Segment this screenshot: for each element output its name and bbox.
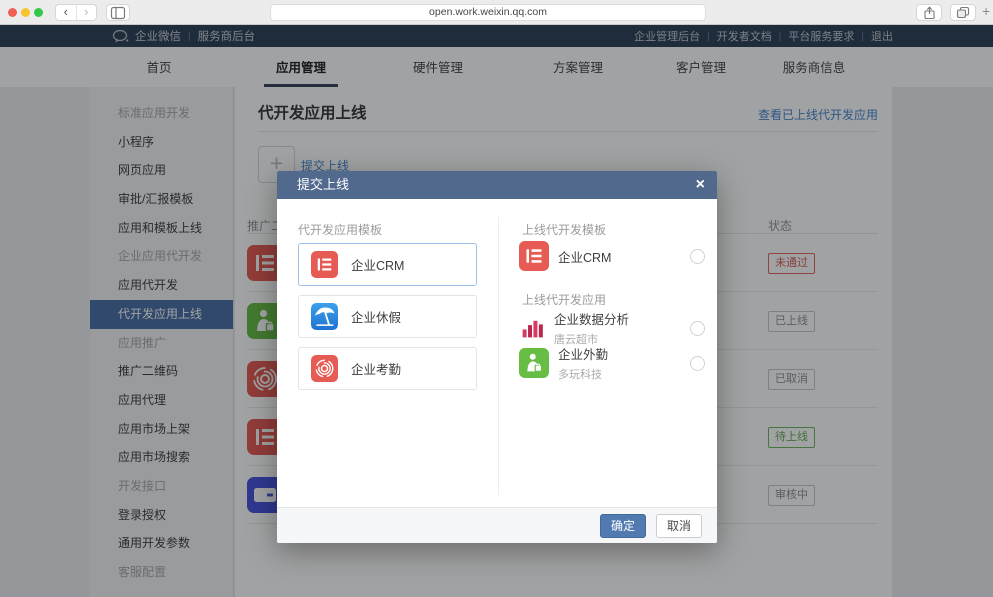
close-window-button[interactable] [8, 8, 17, 17]
fingerprint-icon-red [311, 355, 338, 382]
item-name: 企业外勤 [558, 344, 608, 363]
chart-bars-icon [519, 315, 545, 341]
radio-button[interactable] [690, 249, 705, 264]
template-card-label: 企业考勤 [351, 359, 401, 378]
person-icon-green [519, 348, 549, 378]
item-labels: 企业外勤多玩科技 [558, 344, 608, 382]
online-app-row: 企业外勤多玩科技 [519, 344, 705, 382]
modal-footer: 确定 取消 [277, 507, 717, 543]
online-apps-label: 上线代开发应用 [522, 291, 606, 308]
item-labels: 企业CRM [558, 247, 611, 266]
template-card-企业休假[interactable]: 企业休假 [298, 295, 477, 338]
online-templates-label: 上线代开发模板 [522, 221, 606, 238]
item-labels: 企业数据分析唐云超市 [554, 309, 629, 347]
webpage: 企业微信 | 服务商后台 企业管理后台|开发者文档|平台服务要求|退出 首页应用… [0, 25, 993, 597]
browser-sidebar-button[interactable] [106, 4, 130, 21]
template-card-企业CRM[interactable]: 企业CRM [298, 243, 477, 286]
url-bar[interactable]: open.work.weixin.qq.com [270, 4, 706, 21]
template-card-label: 企业CRM [351, 255, 404, 274]
sidebar-toggle-icon [110, 6, 126, 20]
online-template-row: 企业CRM [519, 241, 705, 271]
new-tab-button[interactable]: + [982, 3, 990, 19]
list-icon-red [519, 241, 549, 271]
list-icon-red [311, 251, 338, 278]
forward-button[interactable]: › [77, 5, 97, 20]
close-icon[interactable]: × [696, 171, 705, 198]
history-nav: ‹ › [55, 4, 97, 21]
confirm-button[interactable]: 确定 [600, 514, 646, 538]
item-name: 企业CRM [558, 247, 611, 266]
modal-header: 提交上线 × [277, 171, 717, 199]
zoom-window-button[interactable] [34, 8, 43, 17]
back-button[interactable]: ‹ [56, 5, 77, 20]
item-name: 企业数据分析 [554, 309, 629, 328]
tab-overview-button[interactable] [950, 4, 976, 21]
share-button[interactable] [916, 4, 942, 21]
minimize-window-button[interactable] [21, 8, 30, 17]
column-divider [498, 217, 499, 495]
share-icon [923, 6, 936, 20]
umbrella-icon-blue [311, 303, 338, 330]
template-card-label: 企业休假 [351, 307, 401, 326]
online-app-row: 企业数据分析唐云超市 [519, 309, 705, 347]
templates-column-label: 代开发应用模板 [298, 221, 382, 238]
item-company: 多玩科技 [558, 366, 608, 382]
modal-body: 代开发应用模板 企业CRM 企业休假企业考勤 上线代开发模板 上线代开发应用 企业… [277, 199, 717, 507]
tabs-icon [956, 6, 970, 19]
radio-button[interactable] [690, 356, 705, 371]
modal-title: 提交上线 [297, 171, 349, 199]
radio-button[interactable] [690, 321, 705, 336]
template-card-list: 企业CRM 企业休假企业考勤 [298, 243, 477, 399]
template-card-企业考勤[interactable]: 企业考勤 [298, 347, 477, 390]
browser-chrome: ‹ › open.work.weixin.qq.com + [0, 0, 993, 25]
cancel-button[interactable]: 取消 [656, 514, 702, 538]
submit-online-modal: 提交上线 × 代开发应用模板 企业CRM 企业休假企业考勤 上线代开发模板 上线代… [277, 171, 717, 543]
